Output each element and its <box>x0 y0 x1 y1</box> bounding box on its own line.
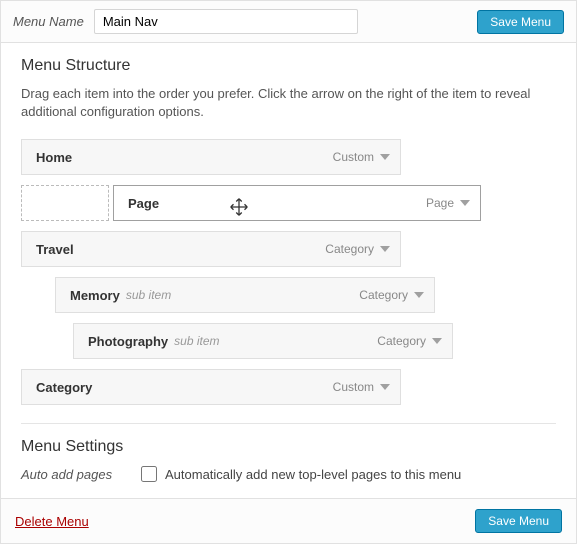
menu-item-title: Category <box>36 380 92 395</box>
menu-name-input[interactable] <box>94 9 358 34</box>
menu-item[interactable]: Home Custom <box>21 139 401 175</box>
menu-item-type: Custom <box>333 150 374 164</box>
chevron-down-icon[interactable] <box>380 382 390 392</box>
menu-row: Travel Category <box>21 231 556 267</box>
menu-item[interactable]: Page Page <box>113 185 481 221</box>
chevron-down-icon[interactable] <box>432 336 442 346</box>
indent-spacer <box>21 277 55 313</box>
menu-item[interactable]: Photography sub item Category <box>73 323 453 359</box>
menu-item[interactable]: Travel Category <box>21 231 401 267</box>
chevron-down-icon[interactable] <box>380 244 390 254</box>
auto-add-pages-label: Auto add pages <box>21 467 141 482</box>
menu-item-type: Category <box>377 334 426 348</box>
panel-footer: Delete Menu Save Menu <box>0 499 577 544</box>
menu-name-bar: Menu Name Save Menu <box>0 0 577 43</box>
menu-item-type: Category <box>325 242 374 256</box>
menu-structure-help: Drag each item into the order you prefer… <box>21 85 556 121</box>
save-menu-button-bottom[interactable]: Save Menu <box>475 509 562 533</box>
auto-add-pages-checkbox[interactable] <box>141 466 157 482</box>
menu-item[interactable]: Memory sub item Category <box>55 277 435 313</box>
auto-add-pages-text: Automatically add new top-level pages to… <box>165 467 461 482</box>
menu-item-title: Photography <box>88 334 168 349</box>
panel-body: Menu Structure Drag each item into the o… <box>0 43 577 499</box>
menu-structure-title: Menu Structure <box>21 57 556 75</box>
menu-item-title: Page <box>128 196 159 211</box>
menu-item-type: Category <box>359 288 408 302</box>
chevron-down-icon[interactable] <box>414 290 424 300</box>
chevron-down-icon[interactable] <box>460 198 470 208</box>
save-menu-button-top[interactable]: Save Menu <box>477 10 564 34</box>
menu-row: Page Page <box>21 185 556 221</box>
menu-row: Category Custom <box>21 369 556 405</box>
indent-spacer <box>21 323 73 359</box>
menu-row: Home Custom <box>21 139 556 175</box>
menu-item-type: Page <box>426 196 454 210</box>
menu-item-title: Home <box>36 150 72 165</box>
move-cursor-icon <box>228 196 250 218</box>
delete-menu-link[interactable]: Delete Menu <box>15 514 89 529</box>
menu-list: Home Custom Page Page Travel Category Memory su… <box>21 139 556 405</box>
menu-item[interactable]: Category Custom <box>21 369 401 405</box>
sub-item-marker: sub item <box>126 288 171 302</box>
menu-name-label: Menu Name <box>13 14 84 29</box>
menu-row: Memory sub item Category <box>21 277 556 313</box>
sub-item-marker: sub item <box>174 334 219 348</box>
separator <box>21 423 556 424</box>
drop-placeholder <box>21 185 109 221</box>
menu-item-title: Travel <box>36 242 74 257</box>
menu-item-type: Custom <box>333 380 374 394</box>
chevron-down-icon[interactable] <box>380 152 390 162</box>
menu-item-title: Memory <box>70 288 120 303</box>
auto-add-pages-row: Auto add pages Automatically add new top… <box>21 466 556 482</box>
menu-row: Photography sub item Category <box>21 323 556 359</box>
auto-add-pages-checkbox-label[interactable]: Automatically add new top-level pages to… <box>141 466 461 482</box>
menu-settings-title: Menu Settings <box>21 438 556 456</box>
